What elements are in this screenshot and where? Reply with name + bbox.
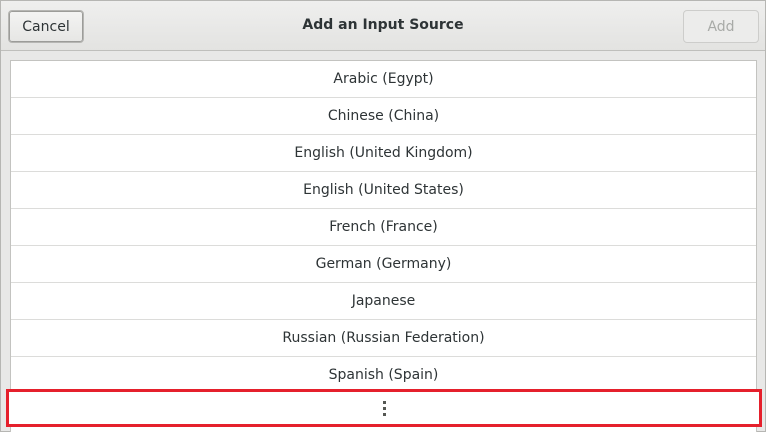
cancel-button[interactable]: Cancel bbox=[8, 10, 84, 43]
list-item[interactable]: Japanese bbox=[11, 283, 756, 320]
add-input-source-dialog: Cancel Add an Input Source Add Arabic (E… bbox=[0, 0, 766, 432]
show-more-row[interactable] bbox=[6, 389, 762, 427]
dialog-header: Cancel Add an Input Source Add bbox=[1, 1, 765, 51]
list-item[interactable]: German (Germany) bbox=[11, 246, 756, 283]
add-button[interactable]: Add bbox=[683, 10, 759, 43]
input-source-list: Arabic (Egypt) Chinese (China) English (… bbox=[10, 60, 757, 432]
dialog-title: Add an Input Source bbox=[302, 17, 464, 33]
list-item[interactable]: English (United States) bbox=[11, 172, 756, 209]
list-item[interactable]: Chinese (China) bbox=[11, 98, 756, 135]
list-item[interactable]: Arabic (Egypt) bbox=[11, 61, 756, 98]
list-item[interactable]: English (United Kingdom) bbox=[11, 135, 756, 172]
list-item[interactable]: Russian (Russian Federation) bbox=[11, 320, 756, 357]
view-more-icon bbox=[382, 400, 386, 416]
list-item[interactable]: French (France) bbox=[11, 209, 756, 246]
